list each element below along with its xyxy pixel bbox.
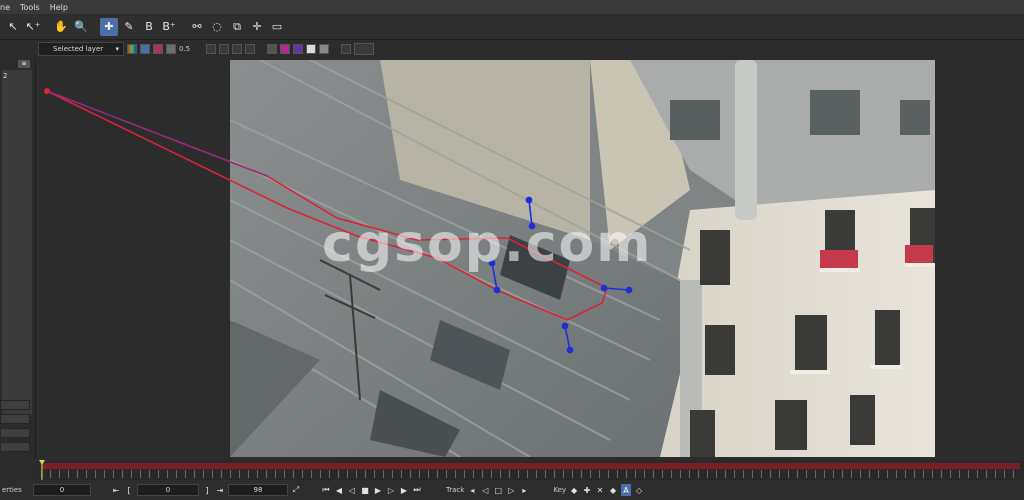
timeline-ticks [41,470,1020,478]
track-prev-icon[interactable]: ◁ [480,484,490,496]
key-next-icon[interactable]: ◆ [608,484,618,496]
timeline-range-bar[interactable] [41,463,1020,469]
pointer-icon[interactable]: ↖ [4,18,22,36]
track-forward-icon[interactable]: ▸ [519,484,529,496]
watermark-text: cgsop.com [322,214,653,274]
safe-frame-icon[interactable] [232,44,243,54]
menu-bar: ne Tools Help [0,0,1024,14]
track-label: Track [446,486,465,494]
viewer-canvas[interactable]: cgsop.com [37,58,1024,460]
playback-bar: erties 0 ⇤ [ 0 ] ⇥ 98 ⤢ ⏮ ◀ ◁ ■ ▶ ▷ ▶ ⏭ … [0,480,1024,500]
play-icon[interactable]: ▶ [373,484,383,496]
matte-icon[interactable] [153,44,163,54]
in-point-icon[interactable]: [ [124,484,134,496]
hand-icon[interactable]: ✋ [52,18,70,36]
set-in-icon[interactable]: ⇤ [111,484,121,496]
layer-number: 2 [3,72,8,80]
frame-end-field[interactable]: 98 [228,484,288,496]
spline-point[interactable] [600,284,608,292]
menu-item-help[interactable]: Help [50,3,68,12]
spline-start-point[interactable] [44,87,51,94]
out-point-icon[interactable]: ] [202,484,212,496]
layer-list[interactable] [2,70,32,415]
chevron-down-icon: ▾ [115,45,119,53]
menu-item-file[interactable]: ne [0,3,10,12]
spline-point[interactable] [561,322,569,330]
prev-key-icon[interactable]: ◀ [334,484,344,496]
settings-icon[interactable] [341,44,352,54]
magnifier-icon[interactable]: 🔍 [72,18,90,36]
panel-button-2[interactable] [0,414,30,424]
set-out-icon[interactable]: ⇥ [215,484,225,496]
frame-start-field[interactable]: 0 [33,484,91,496]
crop-icon[interactable]: ⧉ [228,18,246,36]
menu-item-tools[interactable]: Tools [20,3,40,12]
mask-icon[interactable] [245,44,256,54]
grid-icon[interactable] [219,44,230,54]
key-label: Key [553,486,567,494]
color-magenta-icon[interactable] [280,44,291,54]
panel-button-1[interactable] [0,400,30,410]
last-frame-icon[interactable]: ⏭ [412,484,422,496]
app-window: ne Tools Help ↖ ↖⁺ ✋ 🔍 ✚ ✎ B B⁺ ⚯ ◌ ⧉ ✛ … [0,0,1024,500]
add-point-icon[interactable]: ✚ [100,17,118,36]
key-delete-icon[interactable]: ✕ [595,484,605,496]
hand-tool-icon[interactable] [306,44,317,54]
key-interp-icon[interactable]: ◇ [634,484,644,496]
opacity-value: 0.5 [179,45,191,53]
view-toolbar: Selected layer ▾ 0.5 [0,40,1024,58]
layer-select-value: Selected layer [53,45,104,53]
frame-current-field[interactable]: 0 [137,484,199,496]
main-toolbar: ↖ ↖⁺ ✋ 🔍 ✚ ✎ B B⁺ ⚯ ◌ ⧉ ✛ ▭ [0,14,1024,40]
lasso-icon[interactable]: ◌ [208,18,226,36]
spline-point[interactable] [493,286,501,294]
extra-button[interactable] [354,43,375,55]
step-back-icon[interactable]: ◁ [347,484,357,496]
transform-plus-icon[interactable]: B⁺ [160,18,178,36]
autokey-icon[interactable]: A [621,484,632,496]
move-icon[interactable]: ✛ [248,18,266,36]
rect-icon[interactable]: ▭ [268,18,286,36]
transform-icon[interactable]: B [140,18,158,36]
stop-icon[interactable]: ■ [360,484,370,496]
track-stop-icon[interactable]: □ [493,484,503,496]
spline-handle[interactable] [625,286,633,294]
key-prev-icon[interactable]: ◆ [569,484,579,496]
contrast-icon[interactable] [319,44,330,54]
fit-icon[interactable]: ⤢ [291,484,301,496]
track-next-icon[interactable]: ▷ [506,484,516,496]
next-key-icon[interactable]: ▶ [399,484,409,496]
first-frame-icon[interactable]: ⏮ [321,484,331,496]
left-panel: ≡ 2 [0,58,36,458]
color-purple-icon[interactable] [293,44,304,54]
rgb-icon[interactable] [127,44,137,54]
add-point-x-icon[interactable]: ✎ [120,18,138,36]
monitor-icon[interactable] [206,44,217,54]
panel-menu-icon[interactable]: ≡ [18,60,30,68]
timeline[interactable] [37,460,1024,480]
alpha-icon[interactable] [140,44,150,54]
overlay-icon[interactable] [166,44,176,54]
key-add-icon[interactable]: ✚ [582,484,592,496]
spline-handle[interactable] [566,346,574,354]
link-icon[interactable]: ⚯ [188,18,206,36]
frame-icon[interactable] [267,44,278,54]
roto-spline[interactable] [46,90,608,321]
panel-button-4[interactable] [0,442,30,452]
playhead-icon[interactable] [39,460,45,480]
panel-button-3[interactable] [0,428,30,438]
add-pointer-icon[interactable]: ↖⁺ [24,18,42,36]
layer-select[interactable]: Selected layer ▾ [38,42,124,56]
spline-handle[interactable] [525,196,533,204]
step-forward-icon[interactable]: ▷ [386,484,396,496]
track-back-icon[interactable]: ◂ [467,484,477,496]
properties-tab-label[interactable]: erties [2,486,30,494]
